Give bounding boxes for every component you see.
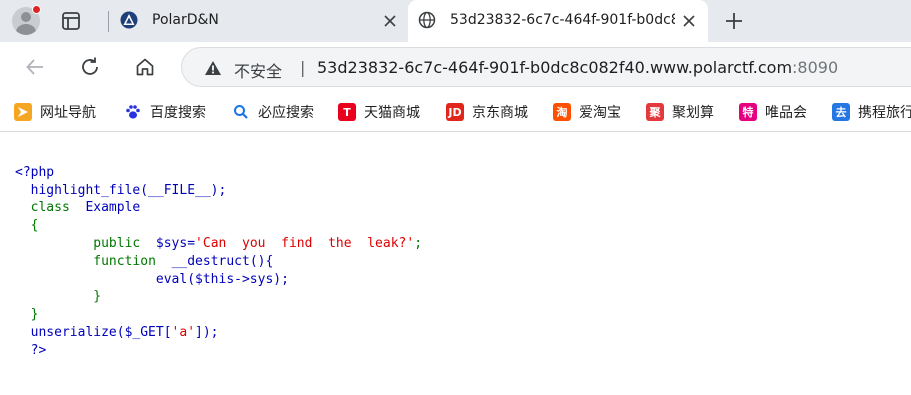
address-separator: | [300, 58, 306, 77]
code-line: public $sys='Can you find the leak?'; [15, 235, 422, 253]
eval-call: eval($this->sys); [155, 271, 289, 287]
vip-icon: 特 [739, 103, 757, 121]
class-name: Example [85, 200, 141, 216]
tab-title: PolarD&N [152, 12, 219, 28]
sys-variable: $sys= [155, 235, 196, 251]
bookmark-item[interactable]: T 天猫商城 [338, 101, 420, 123]
new-tab-button[interactable] [724, 11, 744, 31]
bookmark-item[interactable]: JD 京东商城 [446, 101, 528, 123]
tab-actions-icon[interactable] [60, 10, 82, 32]
url-host: 53d23832-6c7c-464f-901f-b0dc8c082f40.www… [317, 58, 793, 77]
code-line: ?> [15, 342, 422, 360]
bookmark-item[interactable]: 百度搜索 [124, 101, 206, 123]
close-tab-icon[interactable] [681, 13, 697, 29]
unserialize-end: ]); [195, 324, 219, 340]
code-line: unserialize($_GET['a']); [15, 324, 422, 342]
code-line: } [15, 288, 422, 306]
bookmark-item[interactable]: 淘爱淘宝 [553, 101, 621, 123]
page-content: <?php highlight_file(__FILE__); class Ex… [0, 133, 911, 361]
brace-open: { [30, 218, 39, 234]
bookmarks-bar: 网址导航 百度搜索 必应搜索 T 天猫商城 JD 京东商城 淘爱淘宝 聚聚划算 特唯品会 去携程旅行 [0, 92, 911, 132]
tab-polardn[interactable]: PolarD&N [110, 0, 407, 42]
code-line: function __destruct(){ [15, 253, 422, 271]
bookmark-item[interactable]: 网址导航 [14, 101, 96, 123]
tab-challenge[interactable]: 53d23832-6c7c-464f-901f-b0dc8c [408, 0, 708, 42]
bookmark-label: 携程旅行 [858, 105, 911, 121]
security-status-label[interactable]: 不安全 [234, 58, 282, 82]
taobao-icon: 淘 [553, 103, 571, 121]
home-icon[interactable] [134, 56, 156, 78]
bookmark-label: 网址导航 [40, 105, 96, 121]
code-line: highlight_file(__FILE__); [15, 182, 422, 200]
globe-icon [418, 11, 436, 29]
tab-strip: PolarD&N 53d23832-6c7c-464f-901f-b0dc8c [0, 0, 911, 42]
bookmark-label: 必应搜索 [258, 105, 314, 121]
code-line: class Example [15, 199, 422, 217]
class-keyword: class [30, 200, 70, 216]
polardn-logo-icon [120, 11, 138, 29]
warning-triangle-icon[interactable] [204, 59, 222, 77]
php-close-tag: ?> [30, 342, 47, 358]
code-line: eval($this->sys); [15, 271, 422, 289]
baidu-paw-icon [124, 103, 142, 121]
navigation-icon [14, 103, 32, 121]
tab-title: 53d23832-6c7c-464f-901f-b0dc8c [450, 12, 675, 28]
function-keyword: function [93, 253, 156, 269]
sys-string-value: 'Can you find the leak?' [195, 235, 415, 251]
bookmark-label: 百度搜索 [150, 105, 206, 121]
bookmark-item[interactable]: 去携程旅行 [832, 101, 911, 123]
bookmark-label: 唯品会 [765, 105, 807, 121]
bookmark-label: 天猫商城 [364, 105, 420, 121]
bookmark-item[interactable]: 必应搜索 [232, 101, 314, 123]
unserialize-call: unserialize($_GET[ [30, 324, 172, 340]
code-line: } [15, 306, 422, 324]
brace-close-inner: } [93, 289, 102, 305]
bookmark-label: 京东商城 [472, 105, 528, 121]
bing-search-icon [232, 103, 250, 121]
bookmark-label: 聚划算 [672, 105, 714, 121]
tmall-icon: T [338, 103, 356, 121]
close-tab-icon[interactable] [382, 13, 398, 29]
browser-toolbar: 不安全 | 53d23832-6c7c-464f-901f-b0dc8c082f… [0, 42, 911, 92]
address-bar[interactable]: 不安全 | 53d23832-6c7c-464f-901f-b0dc8c082f… [181, 47, 911, 87]
semicolon: ; [414, 235, 423, 251]
tab-divider [108, 11, 109, 32]
back-arrow-icon[interactable] [24, 56, 46, 78]
juhuasuan-icon: 聚 [646, 103, 664, 121]
highlight-file-call: highlight_file(__FILE__); [30, 182, 227, 198]
public-keyword: public [93, 235, 141, 251]
url-text[interactable]: 53d23832-6c7c-464f-901f-b0dc8c082f40.www… [317, 58, 838, 77]
php-open-tag: <?php [15, 164, 55, 180]
code-line: <?php [15, 164, 422, 182]
get-param-key: 'a' [171, 324, 196, 340]
brace-close: } [30, 307, 39, 323]
bookmark-item[interactable]: 特唯品会 [739, 101, 807, 123]
url-port: :8090 [792, 58, 839, 77]
destruct-method: __destruct(){ [171, 253, 274, 269]
notification-dot [32, 5, 41, 14]
bookmark-item[interactable]: 聚聚划算 [646, 101, 714, 123]
php-source-code: <?php highlight_file(__FILE__); class Ex… [15, 146, 422, 395]
ctrip-icon: 去 [832, 103, 850, 121]
code-line: { [15, 217, 422, 235]
reload-icon[interactable] [79, 56, 101, 78]
jd-icon: JD [446, 103, 464, 121]
bookmark-label: 爱淘宝 [579, 105, 621, 121]
